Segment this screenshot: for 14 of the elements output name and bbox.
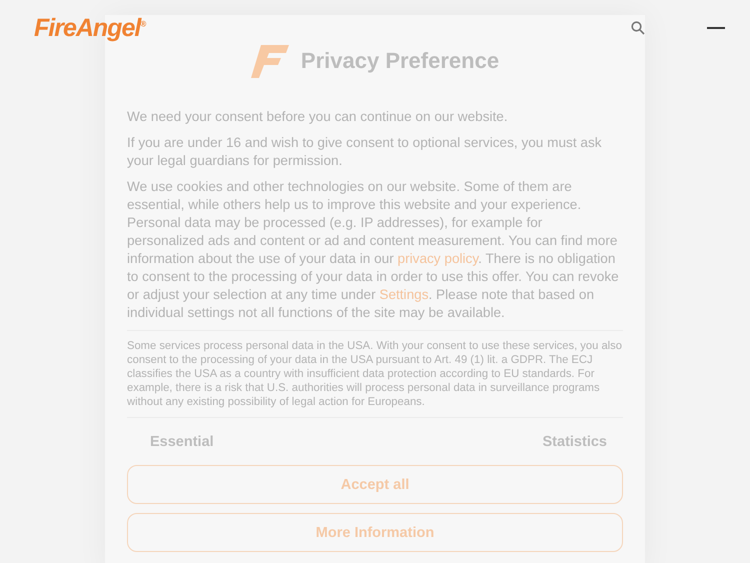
category-label[interactable]: Statistics (542, 433, 607, 451)
action-button[interactable]: Accept all (127, 465, 623, 504)
category-label[interactable]: Essential (150, 433, 214, 451)
notice-text: Some services process personal data in the USA. With your consent to use these services, you also consent to the processing of your data in the USA pursuant to Art. 49 (1) lit. a GDPR. The ECJ classifies the USA as a country with insufficient data protection according to EU standards. For example, there is a risk that U.S. authorities will process personal data in surveillance programs without any existing possibility of legal action for Europeans. (127, 330, 623, 418)
action-button[interactable]: More Information (127, 513, 623, 552)
text-link[interactable]: privacy policy (398, 251, 478, 266)
logo-icon (250, 43, 289, 78)
body-text: We need your consent before you can continue on our website. (127, 108, 509, 126)
dialog-title: Privacy Preference (300, 46, 500, 75)
search-icon[interactable] (631, 21, 645, 35)
brand-logo[interactable]: FireAngel$^{®}$ (34, 14, 146, 42)
body-text: If you are under 16 and wish to give consent to optional services, you must ask your legal guardians for permission. (127, 134, 603, 170)
text-link[interactable]: Settings (379, 287, 428, 302)
body-text: We use cookies and other technologies on our website. Some of them are essential, while others help us to improve this website and your experience. Personal data may be processed (e.g. IP addresses), for example for personalized ads and content or ad and content measurement. You can find more information about the use of your data in our privacy policy. There is no obligation to consent to the processing of your data in order to use this offer. You can revoke or adjust your selection at any time under Settings. Please note that based on individual settings not all functions of the site may be available. (127, 178, 620, 322)
